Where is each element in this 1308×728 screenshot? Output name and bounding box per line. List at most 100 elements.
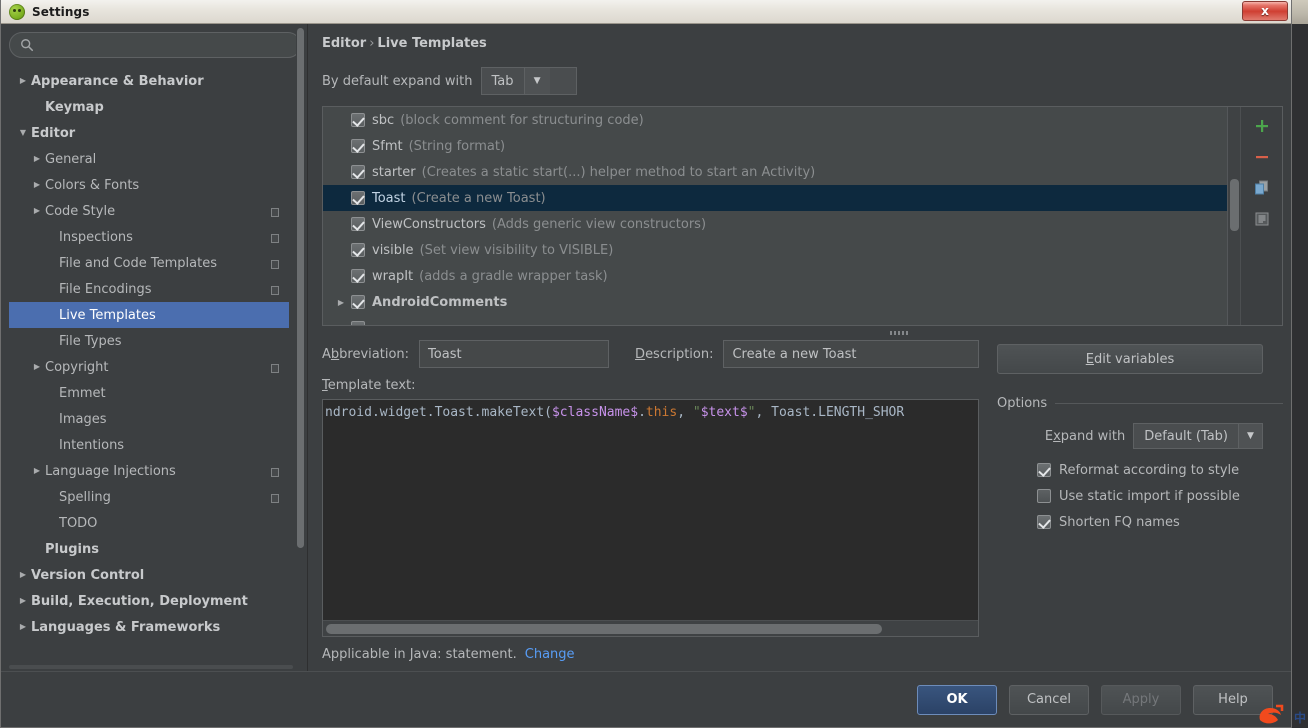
tray-ime-label[interactable]: 中: [1294, 709, 1306, 726]
edit-variables-button[interactable]: Edit variables: [997, 344, 1263, 374]
template-enabled-checkbox[interactable]: [351, 165, 365, 179]
chevron-right-icon[interactable]: ▶: [15, 571, 31, 579]
sidebar-item-live-templates[interactable]: ▶Live Templates: [9, 302, 289, 328]
sidebar-item-file-encodings[interactable]: ▶File Encodings: [9, 276, 289, 302]
add-icon[interactable]: [1251, 115, 1273, 137]
sidebar-item-plugins[interactable]: ▶Plugins: [9, 536, 289, 562]
template-row[interactable]: ▶starter(Creates a static start(...) hel…: [323, 159, 1227, 185]
change-link[interactable]: Change: [525, 647, 575, 662]
sidebar-item-file-types[interactable]: ▶File Types: [9, 328, 289, 354]
template-row[interactable]: ▶ViewConstructors(Adds generic view cons…: [323, 211, 1227, 237]
sidebar-item-intentions[interactable]: ▶Intentions: [9, 432, 289, 458]
template-enabled-checkbox[interactable]: [351, 113, 365, 127]
search-box[interactable]: [9, 32, 301, 58]
template-enabled-checkbox[interactable]: [351, 295, 365, 309]
remove-icon[interactable]: [1251, 146, 1273, 168]
template-row[interactable]: ▶wrapIt(adds a gradle wrapper task): [323, 263, 1227, 289]
template-row[interactable]: ▶sbc(block comment for structuring code): [323, 107, 1227, 133]
live-templates-list[interactable]: ▶sbc(block comment for structuring code)…: [323, 107, 1227, 325]
copy-settings-icon: [270, 465, 283, 478]
cancel-button[interactable]: Cancel: [1009, 685, 1089, 715]
template-row-partial[interactable]: ▶: [323, 315, 1227, 325]
sidebar-item-spelling[interactable]: ▶Spelling: [9, 484, 289, 510]
chevron-right-icon[interactable]: ▶: [15, 77, 31, 85]
template-text-editor[interactable]: ndroid.widget.Toast.makeText($className$…: [322, 399, 979, 637]
list-scrollbar-thumb[interactable]: [1230, 179, 1239, 231]
sidebar-item-language-injections[interactable]: ▶Language Injections: [9, 458, 289, 484]
panel-splitter[interactable]: [322, 326, 1283, 340]
sidebar-item-colors-fonts[interactable]: ▶Colors & Fonts: [9, 172, 289, 198]
sogou-tray-icon[interactable]: [1256, 702, 1286, 728]
sidebar-item-emmet[interactable]: ▶Emmet: [9, 380, 289, 406]
sidebar-item-inspections[interactable]: ▶Inspections: [9, 224, 289, 250]
ok-button[interactable]: OK: [917, 685, 997, 715]
sidebar-hscrollbar[interactable]: [9, 665, 293, 669]
chevron-right-icon[interactable]: ▶: [29, 207, 45, 215]
code-token: , Toast.LENGTH_SHOR: [756, 405, 905, 420]
sidebar-item-images[interactable]: ▶Images: [9, 406, 289, 432]
option-checkbox-row[interactable]: Reformat according to style: [997, 457, 1283, 483]
copy-settings-icon: [270, 491, 283, 504]
chevron-right-icon[interactable]: ▶: [331, 298, 351, 307]
sidebar-item-editor[interactable]: ▼Editor: [9, 120, 289, 146]
option-checkbox[interactable]: [1037, 489, 1051, 503]
copy-icon[interactable]: [1251, 208, 1273, 230]
option-checkbox-row[interactable]: Shorten FQ names: [997, 509, 1283, 535]
template-row[interactable]: ▶visible(Set view visibility to VISIBLE): [323, 237, 1227, 263]
template-name: Toast: [372, 191, 406, 206]
template-hscrollbar-thumb[interactable]: [326, 624, 882, 634]
sidebar-item-code-style[interactable]: ▶Code Style: [9, 198, 289, 224]
chevron-right-icon[interactable]: ▶: [29, 155, 45, 163]
duplicate-icon[interactable]: [1251, 177, 1273, 199]
sidebar-item-version-control[interactable]: ▶Version Control: [9, 562, 289, 588]
sidebar-item-todo[interactable]: ▶TODO: [9, 510, 289, 536]
sidebar-scrollbar-thumb[interactable]: [297, 28, 304, 548]
chevron-down-icon[interactable]: ▼: [1238, 424, 1262, 448]
settings-tree[interactable]: ▶Appearance & Behavior▶Keymap▼Editor▶Gen…: [9, 68, 301, 665]
list-scrollbar[interactable]: [1227, 107, 1240, 325]
chevron-right-icon[interactable]: ▶: [29, 181, 45, 189]
close-icon[interactable]: x: [1242, 1, 1288, 21]
chevron-down-icon[interactable]: ▼: [15, 129, 31, 137]
template-row[interactable]: ▶Toast(Create a new Toast): [323, 185, 1227, 211]
chevron-down-icon[interactable]: ▼: [524, 68, 550, 94]
option-checkbox-label: Shorten FQ names: [1059, 515, 1180, 530]
dialog-button-bar: OKCancelApplyHelp: [1, 671, 1291, 727]
template-enabled-checkbox[interactable]: [351, 191, 365, 205]
option-checkbox[interactable]: [1037, 515, 1051, 529]
search-input[interactable]: [34, 37, 290, 53]
template-enabled-checkbox[interactable]: [351, 321, 365, 325]
chevron-right-icon[interactable]: ▶: [15, 597, 31, 605]
sidebar-item-file-and-code-templates[interactable]: ▶File and Code Templates: [9, 250, 289, 276]
sidebar-item-copyright[interactable]: ▶Copyright: [9, 354, 289, 380]
template-row[interactable]: ▶Sfmt(String format): [323, 133, 1227, 159]
sidebar-item-appearance-behavior[interactable]: ▶Appearance & Behavior: [9, 68, 289, 94]
template-enabled-checkbox[interactable]: [351, 217, 365, 231]
sidebar-scrollbar[interactable]: [296, 24, 305, 671]
template-enabled-checkbox[interactable]: [351, 139, 365, 153]
chevron-right-icon[interactable]: ▶: [29, 467, 45, 475]
default-expand-combo[interactable]: Tab ▼: [481, 67, 577, 95]
template-name: starter: [372, 165, 416, 180]
template-row[interactable]: ▶AndroidComments: [323, 289, 1227, 315]
template-hscrollbar[interactable]: [323, 620, 978, 636]
description-label: Description:: [635, 347, 713, 362]
sidebar-item-general[interactable]: ▶General: [9, 146, 289, 172]
sidebar-item-keymap[interactable]: ▶Keymap: [9, 94, 289, 120]
expand-with-combo[interactable]: Default (Tab) ▼: [1133, 423, 1263, 449]
code-token: ,: [677, 405, 693, 420]
description-input[interactable]: Create a new Toast: [723, 340, 979, 368]
option-checkbox[interactable]: [1037, 463, 1051, 477]
sidebar-item-languages-frameworks[interactable]: ▶Languages & Frameworks: [9, 614, 289, 640]
template-text-area[interactable]: ndroid.widget.Toast.makeText($className$…: [323, 400, 978, 620]
template-enabled-checkbox[interactable]: [351, 269, 365, 283]
sidebar-item-build-execution-deployment[interactable]: ▶Build, Execution, Deployment: [9, 588, 289, 614]
chevron-right-icon[interactable]: ▶: [29, 363, 45, 371]
chevron-right-icon[interactable]: ▶: [15, 623, 31, 631]
option-checkbox-row[interactable]: Use static import if possible: [997, 483, 1283, 509]
abbreviation-input[interactable]: Toast: [419, 340, 609, 368]
copy-settings-icon: [270, 257, 283, 270]
sidebar-item-label: Emmet: [59, 386, 283, 401]
template-enabled-checkbox[interactable]: [351, 243, 365, 257]
template-detail: Abbreviation: Toast Description: Create …: [322, 340, 1283, 671]
